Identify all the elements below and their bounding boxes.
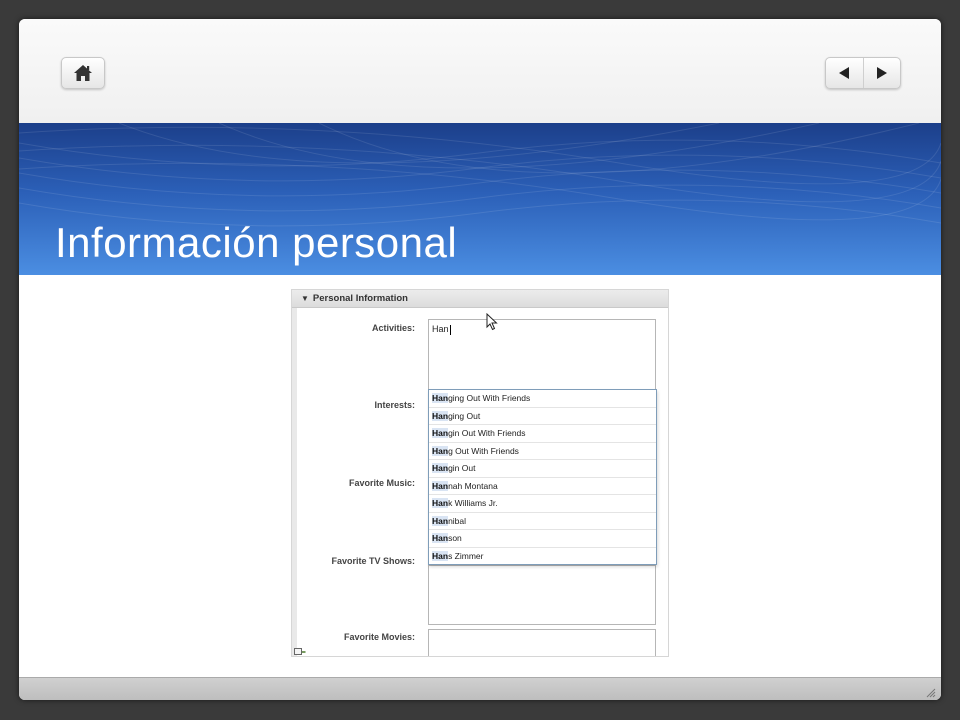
suggestion-item[interactable]: Hanging Out With Friends	[429, 390, 656, 408]
activities-textarea[interactable]: Han	[428, 319, 656, 391]
slide: Información personal ▼ Personal Informat…	[19, 19, 941, 700]
suggestion-item[interactable]: Hans Zimmer	[429, 548, 656, 565]
home-button[interactable]	[61, 57, 105, 89]
triangle-right-icon	[876, 67, 887, 79]
favorite-movies-label: Favorite Movies:	[343, 632, 415, 642]
suggestion-item[interactable]: Hang Out With Friends	[429, 443, 656, 460]
triangle-left-icon	[839, 67, 850, 79]
favorite-tv-shows-textarea[interactable]	[428, 565, 656, 625]
activities-label: Activities:	[371, 323, 415, 333]
autocomplete-dropdown: Hanging Out With Friends Hanging Out Han…	[428, 389, 657, 565]
suggestion-item[interactable]: Hangin Out	[429, 460, 656, 478]
text-caret	[449, 324, 451, 335]
suggestion-item[interactable]: Hannibal	[429, 513, 656, 530]
favorite-movies-textarea[interactable]	[428, 629, 656, 656]
slide-content: ▼ Personal Information Activities: Han I…	[19, 275, 941, 677]
resize-grip-icon[interactable]	[924, 686, 936, 698]
window-tool-icon	[294, 648, 306, 655]
slide-footer	[19, 677, 941, 700]
section-title: Personal Information	[312, 293, 408, 304]
collapse-triangle-icon[interactable]: ▼	[301, 294, 309, 303]
slide-title: Información personal	[55, 219, 458, 266]
favorite-tv-shows-label: Favorite TV Shows:	[331, 556, 415, 566]
activities-value: Han	[432, 324, 449, 334]
favorite-music-label: Favorite Music:	[348, 478, 415, 488]
section-header[interactable]: ▼ Personal Information	[292, 290, 668, 308]
suggestion-item[interactable]: Hanging Out	[429, 408, 656, 425]
next-slide-button[interactable]	[862, 58, 901, 88]
title-banner: Información personal	[19, 123, 941, 275]
suggestion-item[interactable]: Hanson	[429, 530, 656, 548]
personal-info-screenshot: ▼ Personal Information Activities: Han I…	[291, 289, 669, 657]
suggestion-item[interactable]: Hannah Montana	[429, 478, 656, 495]
home-icon	[74, 65, 92, 81]
previous-slide-button[interactable]	[826, 58, 863, 88]
slide-top-bar	[19, 19, 941, 123]
suggestion-item[interactable]: Hank Williams Jr.	[429, 495, 656, 513]
slide-navigation	[825, 57, 901, 89]
suggestion-item[interactable]: Hangin Out With Friends	[429, 425, 656, 443]
interests-label: Interests:	[374, 400, 415, 410]
mouse-pointer-icon	[486, 313, 498, 331]
